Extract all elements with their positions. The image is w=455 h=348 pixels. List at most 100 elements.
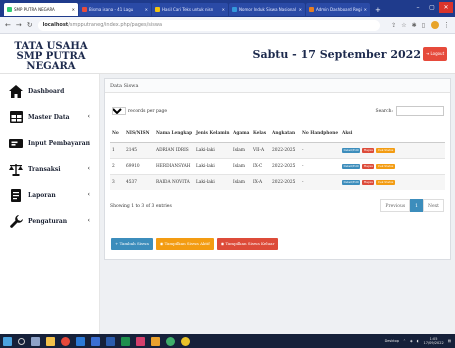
cell-kelas: IX-C xyxy=(251,157,270,174)
browser-tab[interactable]: Admin Dashboard Regi ✕ xyxy=(306,3,370,16)
column-header[interactable]: No Handphone xyxy=(300,126,340,143)
sidebar-item-pengaturan[interactable]: Pengaturan ‹ xyxy=(0,208,99,234)
url-field[interactable]: localhost /smpputraneg/index.php/pages/s… xyxy=(37,19,381,31)
table-header-row: No NIS/NISN Nama Lengkap Jenis Kelamin A… xyxy=(110,126,445,143)
app-icon[interactable] xyxy=(136,336,145,346)
close-tab-icon[interactable]: ✕ xyxy=(145,7,148,12)
back-icon[interactable]: ← xyxy=(5,21,11,29)
network-icon[interactable]: ◈ xyxy=(410,339,413,343)
cek-status-button[interactable]: Cek Status xyxy=(376,163,395,169)
mail-icon[interactable] xyxy=(91,336,100,346)
column-header[interactable]: Angkatan xyxy=(270,126,300,143)
tab-favicon-icon xyxy=(309,7,314,12)
store-icon[interactable] xyxy=(76,336,85,346)
search-input[interactable] xyxy=(396,106,444,116)
logout-button[interactable]: ⇥ Logout xyxy=(423,47,447,61)
app-icon[interactable] xyxy=(166,336,175,346)
explorer-icon[interactable] xyxy=(46,336,55,346)
word-icon[interactable] xyxy=(106,336,115,346)
close-tab-icon[interactable]: ✕ xyxy=(222,7,225,12)
chevron-left-icon: ‹ xyxy=(87,139,90,146)
browser-tab[interactable]: SMP PUTRA NEGARA ✕ xyxy=(4,3,78,16)
table-search: Search: xyxy=(375,106,444,116)
close-tab-icon[interactable]: ✕ xyxy=(364,7,367,12)
column-header[interactable]: No xyxy=(110,126,124,143)
cek-status-button[interactable]: Cek Status xyxy=(376,179,395,185)
volume-icon[interactable]: ◖ xyxy=(417,339,419,343)
column-header[interactable]: Kelas xyxy=(251,126,270,143)
browser-tab[interactable]: Nomor Induk Siswa Nasional ✕ xyxy=(229,3,305,16)
cell-no-hp: - xyxy=(300,173,340,190)
cell-nama: HERDIANSYAH xyxy=(154,157,194,174)
screen: SMP PUTRA NEGARA ✕ Bisma isana - 41 Lagu… xyxy=(0,0,455,348)
column-header[interactable]: Agama xyxy=(231,126,251,143)
close-window-icon[interactable]: ✕ xyxy=(439,2,453,13)
column-header[interactable]: Jenis Kelamin xyxy=(194,126,231,143)
detail-edit-button[interactable]: Detail/Edit xyxy=(342,179,361,185)
close-tab-icon[interactable]: ✕ xyxy=(72,7,75,12)
tray-chevron-icon[interactable]: ⌃ xyxy=(403,339,406,343)
file-icon xyxy=(9,188,23,202)
maximize-icon[interactable]: ▢ xyxy=(425,2,439,13)
sidebar-item-label: Transaksi xyxy=(28,165,61,173)
browser-tab[interactable]: Bisma isana - 41 Lagu ✕ xyxy=(79,3,151,16)
page-length-select[interactable]: 10 xyxy=(112,107,126,115)
sidebar-item-dashboard[interactable]: Dashboard xyxy=(0,78,99,104)
add-student-button[interactable]: + Tambah Siswa xyxy=(111,238,153,250)
page-button[interactable]: 1 xyxy=(410,199,424,212)
show-exited-students-button[interactable]: ◉ Tampilkan Siswa Keluar xyxy=(216,238,279,250)
app-icon[interactable] xyxy=(151,336,160,346)
forward-icon[interactable]: → xyxy=(16,21,22,29)
column-header[interactable]: Aksi xyxy=(340,126,445,143)
sidebar-item-laporan[interactable]: Laporan ‹ xyxy=(0,182,99,208)
column-header[interactable]: Nama Lengkap xyxy=(154,126,194,143)
close-tab-icon[interactable]: ✕ xyxy=(299,7,302,12)
clock[interactable]: 1:05 17/09/2022 xyxy=(424,337,444,345)
sidebar-item-master-data[interactable]: Master Data ‹ xyxy=(0,104,99,130)
cell-nama: ADRIAN IDRIS xyxy=(154,141,194,158)
hapus-button[interactable]: Hapus xyxy=(362,179,375,185)
windows-start-icon[interactable] xyxy=(3,336,12,346)
detail-edit-button[interactable]: Detail/Edit xyxy=(342,147,361,153)
extensions-icon[interactable]: ✱ xyxy=(412,22,417,29)
window-controls: – ▢ ✕ xyxy=(411,2,453,13)
records-per-page-label: records per page xyxy=(128,108,168,114)
next-page-button[interactable]: Next xyxy=(423,199,444,212)
column-header[interactable]: NIS/NISN xyxy=(124,126,154,143)
search-icon[interactable] xyxy=(18,337,25,345)
hapus-button[interactable]: Hapus xyxy=(362,163,375,169)
table-row: 1 2145 ADRIAN IDRIS Laki-laki Islam VII-… xyxy=(110,141,445,158)
sidebar-item-label: Input Pembayaran xyxy=(28,139,90,147)
profile-avatar[interactable] xyxy=(431,21,439,29)
app-icon[interactable] xyxy=(181,336,190,346)
system-tray: Desktop ⌃ ◈ ◖ 1:05 17/09/2022 ▤ xyxy=(381,334,451,348)
reload-icon[interactable]: ↻ xyxy=(27,21,33,29)
browser-tab[interactable]: Hasil Cari Teks untuk nisn ✕ xyxy=(152,3,228,16)
sidebar: Dashboard Master Data ‹ Input Pembayaran… xyxy=(0,74,100,334)
sidebar-toggle-icon[interactable]: ▯ xyxy=(422,22,425,29)
money-icon xyxy=(9,136,23,150)
minimize-icon[interactable]: – xyxy=(411,2,425,13)
cek-status-button[interactable]: Cek Status xyxy=(376,147,395,153)
detail-edit-button[interactable]: Detail/Edit xyxy=(342,163,361,169)
records-per-page: 10 records per page xyxy=(110,107,167,115)
desktop-label[interactable]: Desktop xyxy=(385,339,399,343)
excel-icon[interactable] xyxy=(121,336,130,346)
cell-no-hp: - xyxy=(300,141,340,158)
sidebar-item-transaksi[interactable]: Transaksi ‹ xyxy=(0,156,99,182)
cell-angkatan: 2022-2025 xyxy=(270,141,300,158)
share-icon[interactable]: ⇪ xyxy=(391,22,396,29)
cell-angkatan: 2022-2025 xyxy=(270,157,300,174)
browser-menu-icon[interactable]: ⋮ xyxy=(443,21,450,29)
sidebar-item-input-pembayaran[interactable]: Input Pembayaran ‹ xyxy=(0,130,99,156)
notifications-icon[interactable]: ▤ xyxy=(448,339,451,343)
cell-kelas: IX-A xyxy=(251,173,270,190)
cell-jenis-kelamin: Laki-laki xyxy=(194,157,231,174)
bookmark-star-icon[interactable]: ☆ xyxy=(401,22,406,29)
chrome-icon[interactable] xyxy=(61,336,70,346)
hapus-button[interactable]: Hapus xyxy=(362,147,375,153)
previous-page-button[interactable]: Previous xyxy=(380,199,411,212)
new-tab-button[interactable]: + xyxy=(371,3,385,16)
show-active-students-button[interactable]: ◉ Tampilkan Siswa Aktif xyxy=(155,238,214,250)
task-view-icon[interactable] xyxy=(31,336,40,346)
